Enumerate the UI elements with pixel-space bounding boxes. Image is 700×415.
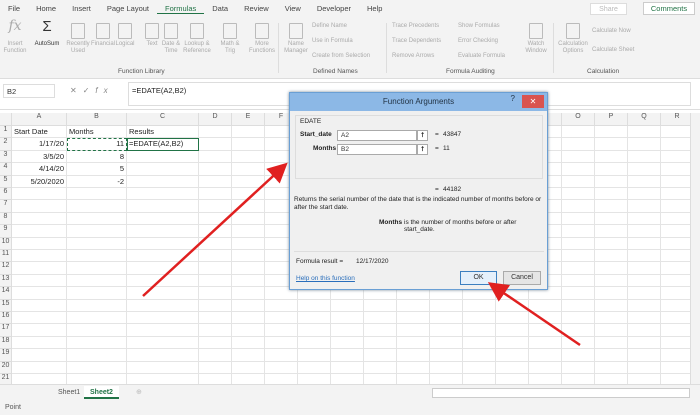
annotation-arrows (142, 162, 581, 347)
red-arrow-ok (487, 282, 581, 347)
red-arrow-dialog (142, 162, 288, 297)
